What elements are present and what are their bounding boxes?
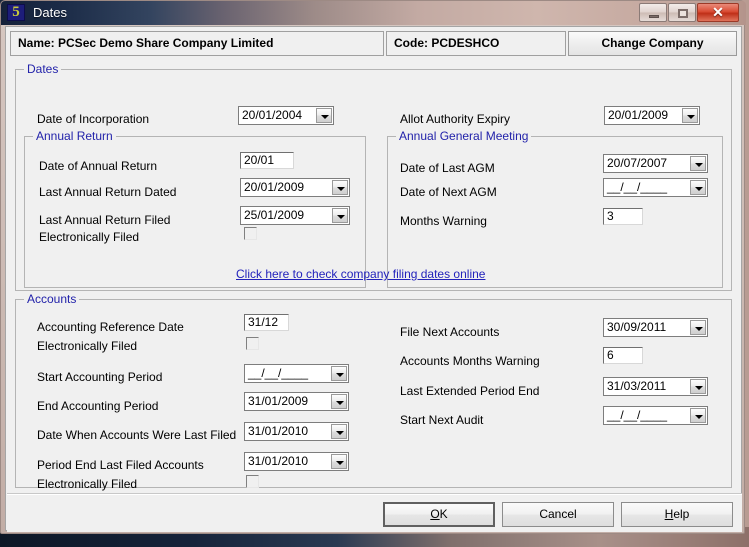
date-of-next-agm-combo[interactable]: __/__/____ [603, 178, 708, 197]
date-of-annual-return-input[interactable]: 20/01 [240, 152, 294, 169]
chevron-down-icon[interactable] [690, 408, 706, 423]
help-button[interactable]: Help [621, 502, 733, 527]
last-annual-return-dated-label: Last Annual Return Dated [39, 185, 176, 199]
company-name-text: Name: PCSec Demo Share Company Limited [18, 36, 273, 50]
date-of-incorporation-label: Date of Incorporation [37, 112, 149, 126]
chevron-down-icon[interactable] [690, 180, 706, 195]
date-of-last-agm-label: Date of Last AGM [400, 161, 495, 175]
end-accounting-period-value: 31/01/2009 [248, 394, 308, 409]
dates-groupbox-title: Dates [24, 62, 61, 76]
start-accounting-period-label: Start Accounting Period [37, 370, 162, 384]
chevron-down-icon[interactable] [690, 156, 706, 171]
end-accounting-period-label: End Accounting Period [37, 399, 158, 413]
minimize-button[interactable] [639, 3, 667, 22]
last-annual-return-filed-combo[interactable]: 25/01/2009 [240, 206, 350, 225]
last-extended-period-end-value: 31/03/2011 [607, 379, 666, 394]
start-accounting-period-combo[interactable]: __/__/____ [244, 364, 349, 383]
date-of-incorporation-value: 20/01/2004 [242, 108, 302, 123]
company-name-field: Name: PCSec Demo Share Company Limited [10, 31, 384, 56]
date-of-next-agm-label: Date of Next AGM [400, 185, 497, 199]
dialog-footer: OK Cancel Help [7, 493, 742, 532]
help-button-label: Help [665, 507, 690, 521]
footer-divider [7, 494, 742, 495]
chevron-down-icon[interactable] [332, 180, 348, 195]
company-header-bar: Name: PCSec Demo Share Company Limited C… [10, 31, 737, 56]
months-warning-input[interactable]: 3 [603, 208, 643, 225]
chevron-down-icon[interactable] [690, 379, 706, 394]
chevron-down-icon[interactable] [331, 424, 347, 439]
dialog-client-area: Name: PCSec Demo Share Company Limited C… [5, 26, 742, 531]
period-end-last-filed-label: Period End Last Filed Accounts [37, 458, 204, 472]
close-icon: ✕ [698, 4, 738, 21]
agm-groupbox-title: Annual General Meeting [396, 129, 531, 143]
date-of-incorporation-combo[interactable]: 20/01/2004 [238, 106, 334, 125]
accounts-electronically-filed-bottom-label: Electronically Filed [37, 477, 137, 491]
allot-authority-expiry-combo[interactable]: 20/01/2009 [604, 106, 700, 125]
accounts-electronically-filed-top-checkbox[interactable] [246, 337, 259, 350]
annual-return-electronically-filed-label: Electronically Filed [39, 230, 139, 244]
chevron-down-icon[interactable] [316, 108, 332, 123]
last-annual-return-filed-label: Last Annual Return Filed [39, 213, 170, 227]
chevron-down-icon[interactable] [690, 320, 706, 335]
maximize-icon [678, 9, 688, 18]
title-bar[interactable]: 5 Dates ✕ [1, 1, 746, 25]
start-next-audit-combo[interactable]: __/__/____ [603, 406, 708, 425]
last-annual-return-dated-combo[interactable]: 20/01/2009 [240, 178, 350, 197]
change-company-button[interactable]: Change Company [568, 31, 737, 56]
end-accounting-period-combo[interactable]: 31/01/2009 [244, 392, 349, 411]
date-accounts-last-filed-label: Date When Accounts Were Last Filed [37, 428, 236, 442]
accounts-electronically-filed-bottom-checkbox[interactable] [246, 475, 259, 488]
maximize-button[interactable] [668, 3, 696, 22]
cancel-button[interactable]: Cancel [502, 502, 614, 527]
accounts-electronically-filed-top-label: Electronically Filed [37, 339, 137, 353]
start-accounting-period-value: __/__/____ [248, 366, 308, 381]
date-of-last-agm-combo[interactable]: 20/07/2007 [603, 154, 708, 173]
chevron-down-icon[interactable] [331, 394, 347, 409]
date-accounts-last-filed-combo[interactable]: 31/01/2010 [244, 422, 349, 441]
chevron-down-icon[interactable] [331, 366, 347, 381]
app-icon: 5 [7, 4, 25, 21]
chevron-down-icon[interactable] [332, 208, 348, 223]
date-of-annual-return-label: Date of Annual Return [39, 159, 157, 173]
period-end-last-filed-value: 31/01/2010 [248, 454, 308, 469]
company-code-text: Code: PCDESHCO [394, 36, 499, 50]
file-next-accounts-combo[interactable]: 30/09/2011 [603, 318, 708, 337]
file-next-accounts-label: File Next Accounts [400, 325, 499, 339]
start-next-audit-value: __/__/____ [607, 408, 667, 423]
date-of-last-agm-value: 20/07/2007 [607, 156, 667, 171]
date-accounts-last-filed-value: 31/01/2010 [248, 424, 308, 439]
app-icon-glyph: 5 [8, 3, 24, 21]
file-next-accounts-value: 30/09/2011 [607, 320, 666, 335]
ok-button-label: OK [430, 507, 447, 521]
window-title: Dates [33, 3, 67, 23]
company-filing-dates-link[interactable]: Click here to check company filing dates… [236, 267, 485, 281]
annual-return-electronically-filed-checkbox[interactable] [244, 227, 257, 240]
accounts-months-warning-input[interactable]: 6 [603, 347, 643, 364]
accounting-reference-date-input[interactable]: 31/12 [244, 314, 289, 331]
date-of-next-agm-value: __/__/____ [607, 180, 667, 195]
accounts-months-warning-label: Accounts Months Warning [400, 354, 540, 368]
allot-authority-expiry-value: 20/01/2009 [608, 108, 668, 123]
minimize-icon [649, 15, 659, 18]
allot-authority-expiry-label: Allot Authority Expiry [400, 112, 510, 126]
cancel-button-label: Cancel [539, 507, 576, 521]
accounting-reference-date-label: Accounting Reference Date [37, 320, 184, 334]
annual-return-groupbox-title: Annual Return [33, 129, 116, 143]
close-button[interactable]: ✕ [697, 3, 739, 22]
dates-dialog-window: 5 Dates ✕ Name: PCSec Demo Share Company… [0, 0, 745, 534]
period-end-last-filed-combo[interactable]: 31/01/2010 [244, 452, 349, 471]
last-extended-period-end-label: Last Extended Period End [400, 384, 539, 398]
change-company-label: Change Company [569, 36, 736, 50]
accounts-groupbox-title: Accounts [24, 292, 79, 306]
company-code-field: Code: PCDESHCO [386, 31, 566, 56]
last-annual-return-filed-value: 25/01/2009 [244, 208, 304, 223]
months-warning-label: Months Warning [400, 214, 487, 228]
last-extended-period-end-combo[interactable]: 31/03/2011 [603, 377, 708, 396]
chevron-down-icon[interactable] [331, 454, 347, 469]
last-annual-return-dated-value: 20/01/2009 [244, 180, 304, 195]
chevron-down-icon[interactable] [682, 108, 698, 123]
start-next-audit-label: Start Next Audit [400, 413, 483, 427]
ok-button[interactable]: OK [383, 502, 495, 527]
